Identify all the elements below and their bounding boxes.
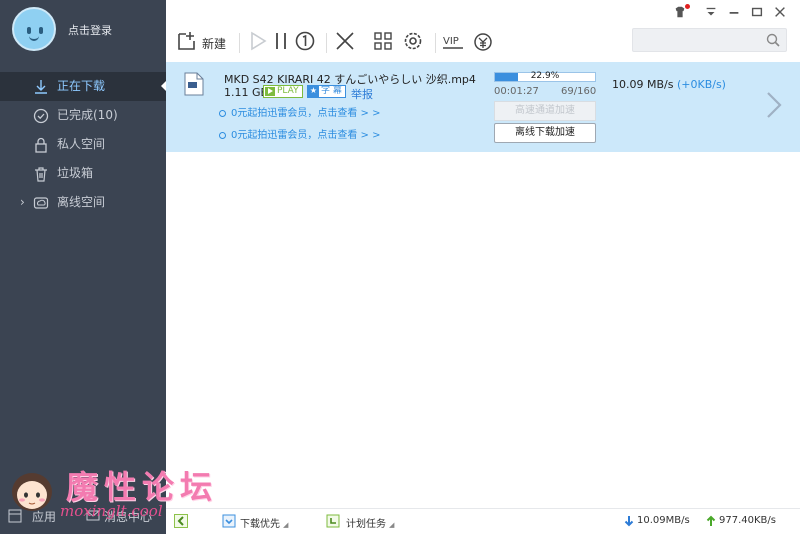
task-file-size: 1.11 GB	[224, 86, 269, 99]
notification-dot	[685, 4, 690, 9]
report-link[interactable]: 举报	[351, 86, 373, 102]
close-button[interactable]	[772, 5, 788, 21]
sidebar-nav: 正在下载 已完成(10) 私人空间 垃圾箱 › 离线空间	[0, 72, 167, 217]
vip-icon: VIP	[443, 36, 463, 49]
download-speed-value: 10.09 MB/s	[612, 78, 674, 91]
download-priority-icon	[222, 514, 236, 528]
speed-limit-icon	[295, 31, 315, 51]
avatar[interactable]	[12, 7, 56, 51]
delete-button[interactable]	[334, 30, 360, 56]
upload-arrow-icon	[706, 515, 716, 526]
total-download-speed: 10.09MB/s	[637, 515, 690, 526]
maximize-icon	[751, 7, 763, 17]
download-priority-menu[interactable]: 下载优先 ◢	[240, 515, 288, 530]
play-badge[interactable]: PLAY	[263, 85, 303, 98]
high-speed-channel-button[interactable]: 高速通道加速	[494, 101, 596, 121]
minimize-button[interactable]	[726, 5, 742, 21]
sidebar-item-downloading[interactable]: 正在下载	[0, 72, 167, 101]
task-speed: 10.09 MB/s (+0KB/s)	[612, 78, 726, 91]
subtitle-badge[interactable]: 字 幕	[307, 85, 346, 98]
download-task-row[interactable]: MKD S42 KIRARI 42 すんごいやらしい 沙织.mp4 1.11 G…	[166, 62, 800, 152]
minimize-icon	[729, 12, 739, 14]
schedule-label: 计划任务	[346, 519, 386, 530]
sidebar-item-label: 私人空间	[57, 137, 106, 151]
progress-text: 22.9%	[530, 71, 560, 81]
sidebar-item-label: 离线空间	[57, 195, 106, 209]
trash-icon	[35, 167, 47, 182]
elapsed-time: 00:01:27	[494, 86, 539, 97]
login-link[interactable]: 点击登录	[68, 22, 112, 38]
settings-icon	[404, 32, 422, 50]
new-task-label[interactable]: 新建	[202, 35, 226, 52]
sidebar: 点击登录 正在下载 已完成(10) 私人空间 垃圾箱 › 离线空间 应用 消息中…	[0, 0, 167, 534]
pause-icon	[276, 33, 286, 49]
vip-promo-link[interactable]: 0元起拍迅雷会员，点击查看 > >	[219, 104, 380, 119]
sidebar-item-label: 已完成(10)	[57, 108, 118, 122]
grid-icon	[374, 32, 392, 50]
speed-boost-value: (+0KB/s)	[676, 78, 726, 91]
download-arrow-icon	[624, 516, 634, 527]
status-bar: 下载优先 ◢ 计划任务 ◢ 10.09MB/s 977.40KB/s	[166, 508, 800, 534]
sidebar-item-trash[interactable]: 垃圾箱	[0, 159, 166, 188]
check-circle-icon	[33, 108, 49, 124]
vip-button[interactable]: VIP	[442, 30, 468, 56]
lock-icon	[35, 137, 47, 153]
task-filename: MKD S42 KIRARI 42 すんごいやらしい 沙织.mp4	[224, 73, 476, 86]
dropdown-caret-icon: ◢	[389, 521, 395, 529]
coin-icon	[474, 33, 492, 51]
sidebar-item-label: 正在下载	[57, 79, 106, 93]
chevron-left-icon	[177, 516, 184, 526]
sidebar-item-completed[interactable]: 已完成(10)	[0, 101, 166, 130]
menu-button[interactable]	[703, 5, 719, 21]
video-file-icon	[184, 72, 204, 96]
dropdown-caret-icon: ◢	[283, 521, 289, 529]
avatar-mouth	[29, 36, 39, 41]
apps-grid-button[interactable]	[372, 30, 398, 56]
vip-promo-link[interactable]: 0元起拍迅雷会员，点击查看 > >	[219, 126, 380, 141]
cloud-icon	[33, 197, 49, 209]
search-icon[interactable]	[766, 33, 780, 47]
sidebar-item-offline[interactable]: › 离线空间	[0, 188, 166, 217]
close-icon	[775, 7, 785, 17]
download-icon	[35, 80, 47, 94]
settings-button[interactable]	[402, 30, 428, 56]
offline-download-button[interactable]: 离线下载加速	[494, 123, 596, 143]
schedule-icon	[326, 514, 340, 528]
avatar-eye	[39, 27, 43, 34]
toolbar-divider	[326, 33, 327, 53]
expand-arrow-icon[interactable]: ›	[20, 188, 25, 217]
delete-icon	[336, 32, 354, 50]
toolbar-divider	[435, 33, 436, 53]
sidebar-item-private[interactable]: 私人空间	[0, 130, 166, 159]
add-task-icon	[178, 32, 195, 50]
menu-icon	[706, 7, 716, 16]
progress-bar: 22.9%	[494, 71, 596, 82]
toolbar-divider	[239, 33, 240, 53]
search-input[interactable]	[632, 28, 787, 52]
scheduled-tasks-menu[interactable]: 计划任务 ◢	[346, 515, 394, 530]
total-upload-speed: 977.40KB/s	[719, 515, 776, 526]
start-icon	[251, 31, 267, 51]
sidebar-item-label: 垃圾箱	[57, 166, 94, 180]
mascot-watermark-image	[12, 473, 52, 511]
piece-count: 69/160	[561, 86, 597, 97]
expand-detail-chevron-icon[interactable]	[764, 90, 784, 120]
priority-label: 下载优先	[240, 519, 280, 530]
maximize-button[interactable]	[749, 5, 765, 21]
avatar-eye	[27, 27, 31, 34]
toolbar: 新建 VIP	[166, 0, 800, 62]
new-task-button[interactable]	[176, 30, 202, 56]
svg-text:VIP: VIP	[443, 36, 459, 47]
coin-button[interactable]	[472, 30, 498, 56]
speed-limit-button[interactable]	[294, 30, 320, 56]
pause-button[interactable]	[270, 30, 296, 56]
watermark-url: moxinglt.cool	[60, 502, 163, 520]
